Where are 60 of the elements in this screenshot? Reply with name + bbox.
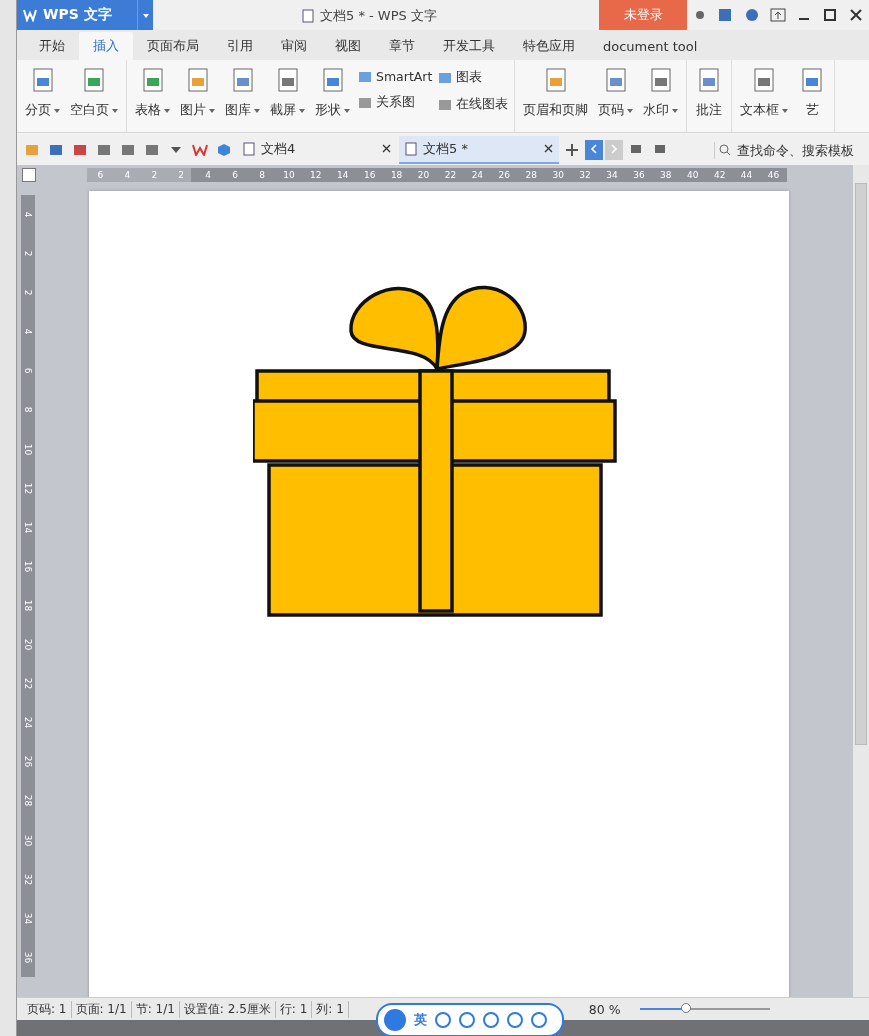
- document-icon: [243, 142, 255, 156]
- tab-stop-icon[interactable]: [22, 168, 36, 182]
- status-text: 页码: 1: [23, 1000, 72, 1018]
- ribbon-button[interactable]: 分页: [21, 64, 64, 128]
- menu-tab[interactable]: 插入: [79, 32, 133, 60]
- ribbon-button[interactable]: SmartArt: [356, 68, 435, 85]
- menu-tab[interactable]: document tool: [589, 32, 712, 60]
- menu-tab[interactable]: 页面布局: [133, 32, 213, 60]
- menu-tab[interactable]: 视图: [321, 32, 375, 60]
- ribbon-button[interactable]: 文本框: [736, 64, 793, 128]
- document-icon: [302, 9, 314, 23]
- search-icon: [719, 144, 731, 156]
- document-tab[interactable]: 文档5 *: [399, 136, 559, 164]
- menu-tab[interactable]: 审阅: [267, 32, 321, 60]
- status-text: 设置值: 2.5厘米: [179, 1000, 276, 1018]
- close-icon[interactable]: [544, 144, 553, 153]
- ribbon-button[interactable]: 空白页: [66, 64, 122, 128]
- ribbon-button[interactable]: 图表: [436, 68, 511, 87]
- ribbon-button[interactable]: 水印: [639, 64, 683, 128]
- menu-tab[interactable]: 引用: [213, 32, 267, 60]
- menu-tab[interactable]: 章节: [375, 32, 429, 60]
- small-ribbon-icon: [358, 95, 372, 110]
- ribbon-button[interactable]: 关系图: [356, 93, 435, 112]
- menu-tab[interactable]: 开发工具: [429, 32, 509, 60]
- logo-icon: [23, 8, 37, 22]
- app-menu-button[interactable]: WPS 文字: [17, 0, 137, 30]
- ribbon-button[interactable]: 图库: [221, 64, 264, 128]
- small-ribbon-icon: [438, 97, 453, 112]
- ribbon-button[interactable]: 在线图表: [436, 95, 511, 114]
- status-text: 页面: 1/1: [71, 1000, 132, 1018]
- ribbon-button[interactable]: 图片: [176, 64, 219, 128]
- status-text: 列: 1: [312, 1000, 349, 1018]
- window-title: 文档5 * - WPS 文字: [320, 7, 437, 25]
- ribbon-button[interactable]: 页眉和页脚: [519, 64, 593, 128]
- horizontal-ruler: 6 4 2 2 4 6 8 10 12 14 16 18 20 22 24 26 28 30 32 34 36 38 40 42 44 46: [87, 168, 787, 182]
- menu-tab[interactable]: 特色应用: [509, 32, 589, 60]
- ribbon-button[interactable]: 批注: [691, 64, 728, 128]
- vertical-ruler: 4 2 2 4 6 8 10 12 14 16 18 20 22 24 26 28 30 32 34 36: [21, 195, 35, 977]
- vertical-scrollbar[interactable]: [853, 165, 869, 997]
- caret-icon[interactable]: [137, 0, 153, 30]
- search-field[interactable]: 查找命令、搜索模板: [714, 141, 869, 159]
- small-ribbon-icon: [438, 70, 453, 85]
- ime-mode-text: 英: [414, 1011, 427, 1029]
- status-text: 节: 1/1: [131, 1000, 180, 1018]
- ribbon-button[interactable]: 截屏: [266, 64, 309, 128]
- chevron-right-icon: [610, 144, 618, 154]
- zoom-percentage: 80 %: [588, 1001, 621, 1017]
- chevron-left-icon: [590, 144, 598, 154]
- ribbon-button[interactable]: 页码: [594, 64, 638, 128]
- previous-button[interactable]: [585, 140, 603, 160]
- ribbon-button[interactable]: 艺: [794, 64, 831, 128]
- input-method-bar[interactable]: 英: [376, 1003, 564, 1036]
- status-text: 行: 1: [275, 1000, 313, 1018]
- document-icon: [405, 142, 417, 156]
- ime-logo-icon: [384, 1009, 406, 1031]
- small-ribbon-icon: [358, 69, 372, 84]
- close-icon[interactable]: [382, 144, 391, 153]
- ribbon-button[interactable]: 表格: [131, 64, 174, 128]
- menu-tab[interactable]: 开始: [25, 32, 79, 60]
- ribbon-button[interactable]: 形状: [311, 64, 354, 128]
